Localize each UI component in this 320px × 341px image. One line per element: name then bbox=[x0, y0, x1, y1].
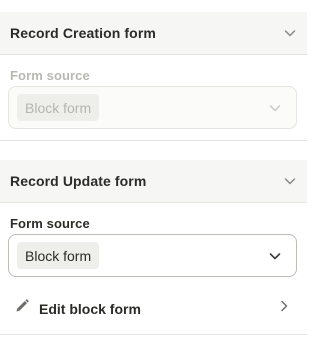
record-creation-header[interactable]: Record Creation form bbox=[0, 12, 307, 55]
creation-selected-chip: Block form bbox=[17, 94, 100, 121]
top-spacer bbox=[0, 0, 307, 12]
chevron-down-icon[interactable] bbox=[268, 249, 282, 263]
creation-form-source-label: Form source bbox=[10, 68, 90, 83]
record-creation-title: Record Creation form bbox=[10, 25, 156, 41]
chevron-down-icon bbox=[268, 101, 282, 115]
chevron-down-icon[interactable] bbox=[283, 26, 297, 40]
record-update-title: Record Update form bbox=[10, 173, 147, 189]
section-divider bbox=[0, 140, 307, 141]
chevron-right-icon[interactable] bbox=[277, 299, 291, 318]
pencil-icon bbox=[14, 298, 30, 319]
record-update-header[interactable]: Record Update form bbox=[0, 160, 307, 203]
edit-block-form-row[interactable]: Edit block form bbox=[0, 283, 307, 335]
update-form-source-select[interactable]: Block form bbox=[8, 234, 297, 277]
chevron-down-icon[interactable] bbox=[283, 174, 297, 188]
creation-form-source-select: Block form bbox=[8, 86, 297, 129]
edit-block-form-label: Edit block form bbox=[39, 300, 141, 317]
update-form-source-label: Form source bbox=[10, 216, 90, 231]
update-selected-chip: Block form bbox=[17, 242, 100, 269]
edit-block-form-content: Edit block form bbox=[14, 298, 141, 319]
